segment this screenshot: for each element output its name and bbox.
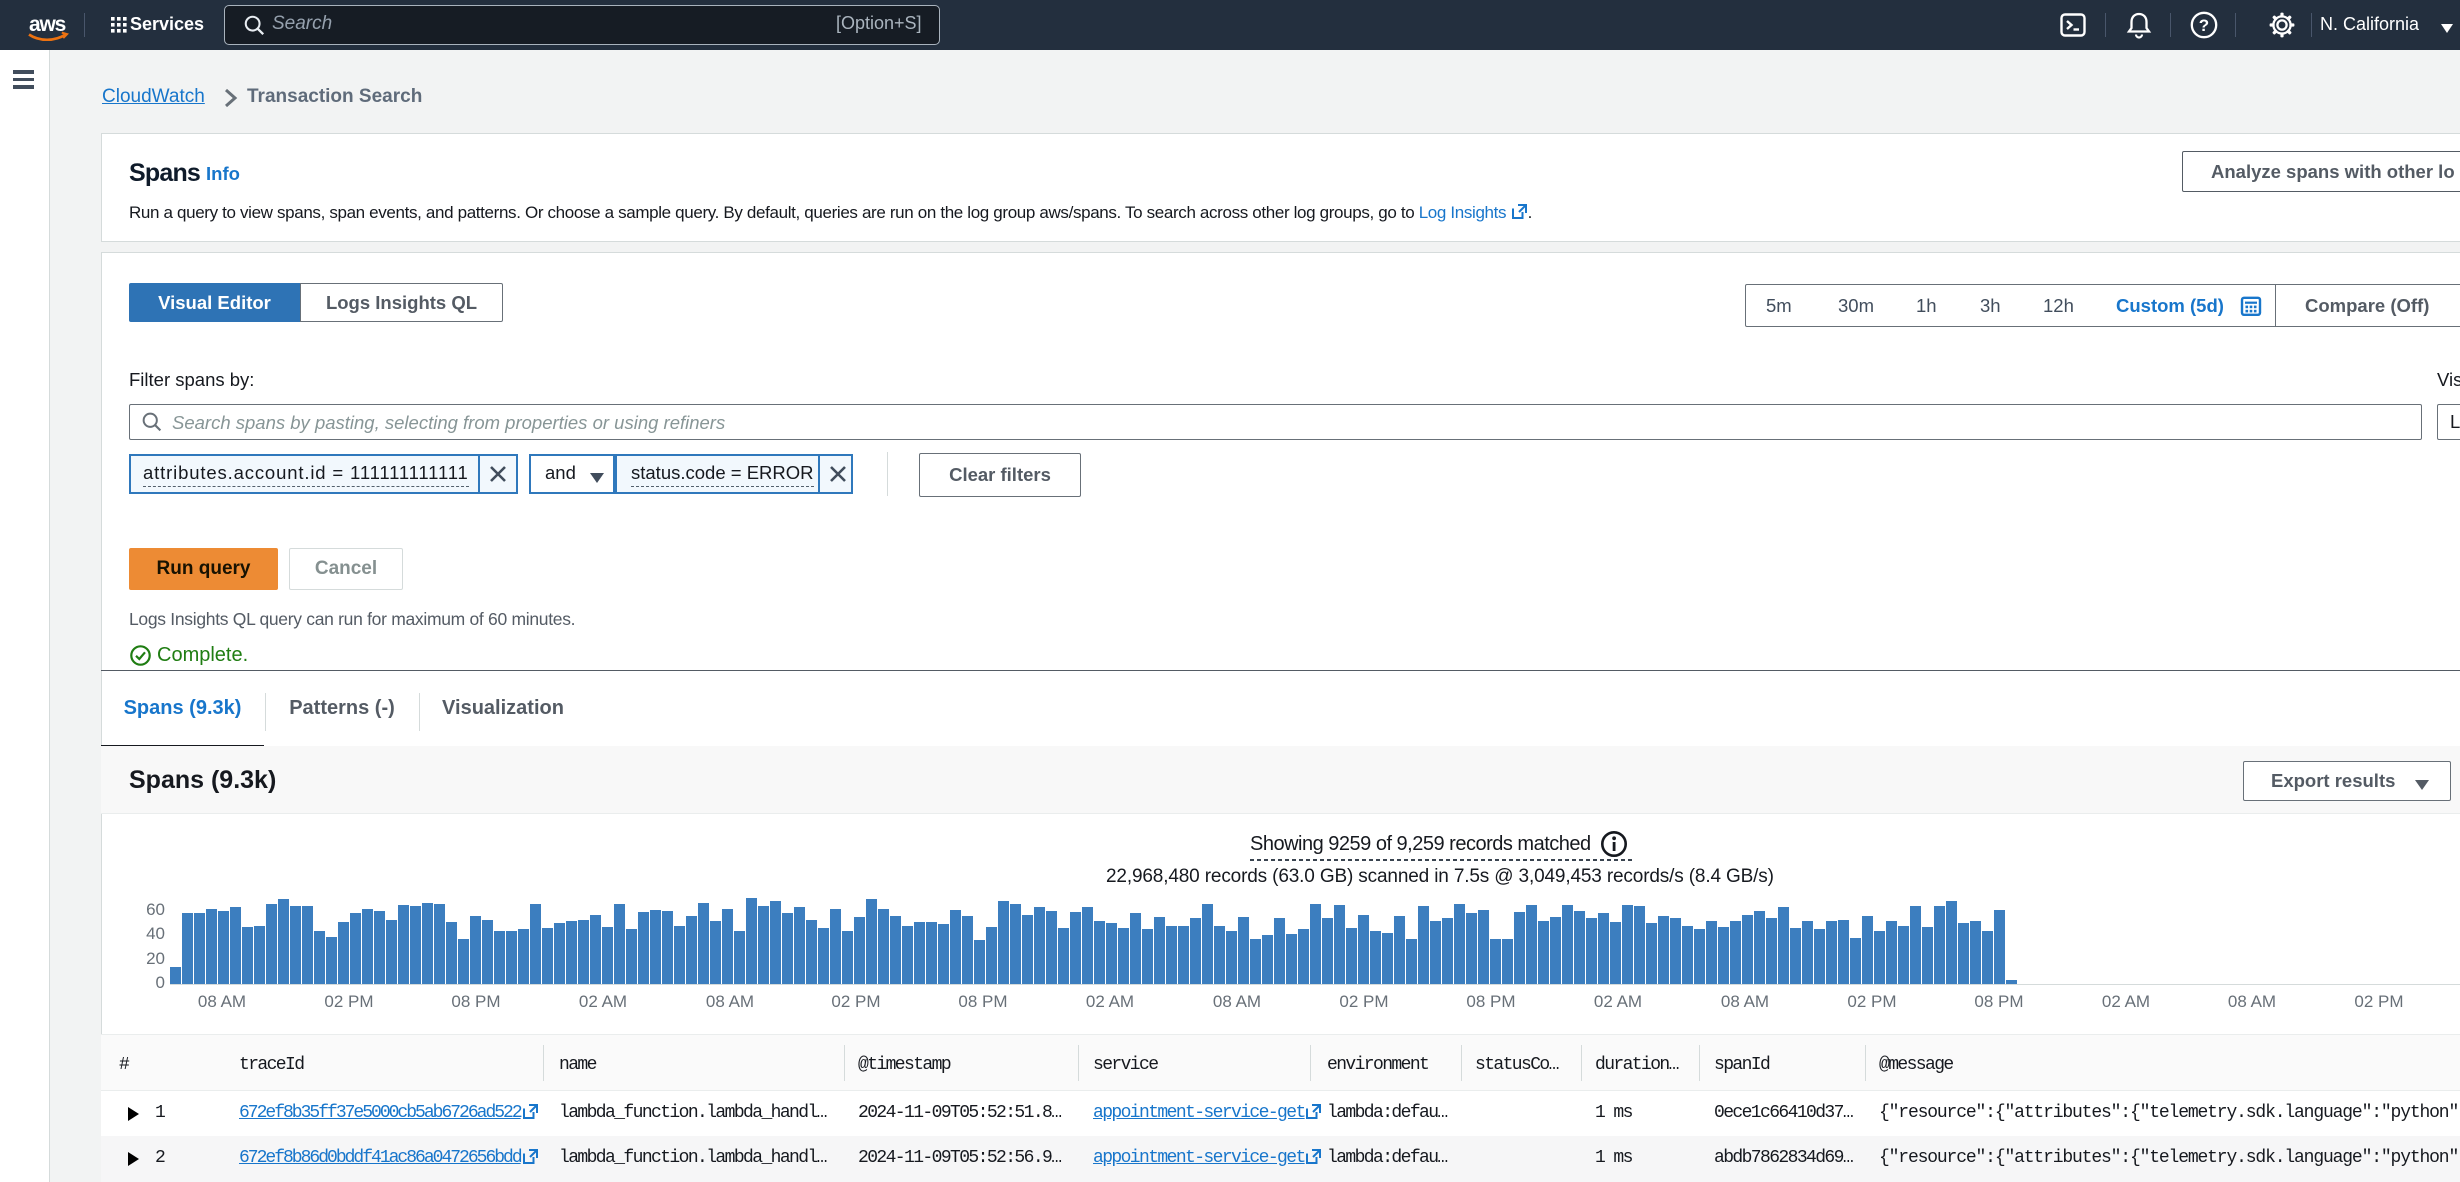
svg-text:aws: aws xyxy=(29,13,66,36)
svg-text:?: ? xyxy=(2199,16,2209,35)
